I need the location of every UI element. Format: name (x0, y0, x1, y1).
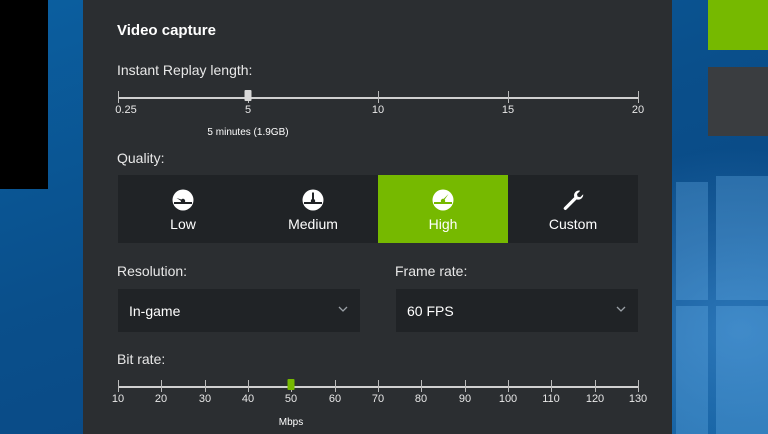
frame-rate-value: 60 FPS (407, 303, 454, 319)
slider-tick-label: 110 (542, 393, 560, 405)
slider-major-tick (465, 380, 466, 392)
slider-tick-label: 20 (154, 393, 168, 405)
resolution-label: Resolution: (117, 263, 188, 279)
slider-tick-label: 100 (498, 393, 518, 405)
quality-option-label: Low (170, 216, 196, 232)
slider-major-tick (551, 380, 552, 392)
accent-tile (708, 0, 768, 50)
gauge-high-icon (432, 189, 454, 211)
section-title: Video capture (117, 22, 216, 39)
slider-thumb[interactable] (244, 90, 252, 101)
slider-tick-label: 0.25 (115, 104, 137, 116)
windows-logo-pane (676, 306, 708, 434)
quality-option-low[interactable]: Low (118, 175, 248, 243)
slider-major-tick (161, 380, 162, 392)
quality-option-custom[interactable]: Custom (508, 175, 638, 243)
slider-tick-label: 50 (284, 393, 298, 405)
quality-option-label: High (428, 216, 458, 232)
frame-rate-label: Frame rate: (395, 263, 468, 279)
slider-major-tick (595, 380, 596, 392)
quality-label: Quality: (117, 150, 165, 166)
windows-logo-pane (716, 306, 768, 434)
slider-major-tick (378, 91, 379, 103)
slider-tick-label: 30 (198, 393, 212, 405)
bit-rate-slider[interactable]: 10 20 30 40 50 60 70 80 90 100 110 120 130 (112, 376, 647, 422)
slider-major-tick (248, 380, 249, 392)
slider-major-tick (638, 91, 639, 103)
slider-tick-label: 15 (501, 104, 515, 116)
replay-length-slider[interactable]: 0.25 5 10 15 20 (115, 87, 644, 133)
slider-tick-label: 90 (458, 393, 472, 405)
slider-tick-label: 130 (628, 393, 648, 405)
slider-tick-label: 10 (111, 393, 125, 405)
slider-major-tick (508, 380, 509, 392)
slider-major-tick (118, 380, 119, 392)
frame-rate-dropdown[interactable]: 60 FPS (396, 289, 638, 332)
slider-major-tick (205, 380, 206, 392)
slider-tick-label: 120 (585, 393, 605, 405)
slider-major-tick (378, 380, 379, 392)
windows-logo-pane (716, 176, 768, 300)
slider-tick-label: 40 (241, 393, 255, 405)
quality-option-medium[interactable]: Medium (248, 175, 378, 243)
chevron-down-icon (338, 306, 348, 312)
chevron-down-icon (616, 306, 626, 312)
resolution-value: In-game (129, 303, 181, 319)
gauge-low-icon (172, 189, 194, 211)
quality-option-label: Custom (548, 216, 598, 232)
slider-major-tick (335, 380, 336, 392)
quality-option-label: Medium (288, 216, 338, 232)
bit-rate-unit: Mbps (278, 417, 304, 428)
slider-tick-label: 60 (328, 393, 342, 405)
gauge-medium-icon (302, 189, 324, 211)
quality-selector: Low Medium High Custom (118, 175, 638, 243)
slider-major-tick (421, 380, 422, 392)
bit-rate-label: Bit rate: (117, 351, 166, 367)
slider-tick-label: 80 (414, 393, 428, 405)
slider-major-tick (638, 380, 639, 392)
background-window (0, 0, 48, 189)
slider-major-tick (118, 91, 119, 103)
wrench-icon (563, 190, 584, 210)
quality-option-high[interactable]: High (378, 175, 508, 243)
slider-thumb[interactable] (287, 379, 295, 390)
replay-length-label: Instant Replay length: (117, 62, 253, 78)
slider-tick-label: 70 (371, 393, 385, 405)
slider-tick-label: 10 (371, 104, 385, 116)
resolution-dropdown[interactable]: In-game (118, 289, 360, 332)
gray-tile (708, 67, 768, 136)
slider-major-tick (508, 91, 509, 103)
slider-tick-label: 20 (631, 104, 645, 116)
slider-tick-label: 5 (244, 104, 252, 116)
replay-length-caption: 5 minutes (1.9GB) (207, 127, 289, 138)
windows-logo-pane (676, 182, 708, 300)
video-capture-panel: Video capture Instant Replay length: 0.2… (83, 0, 672, 434)
